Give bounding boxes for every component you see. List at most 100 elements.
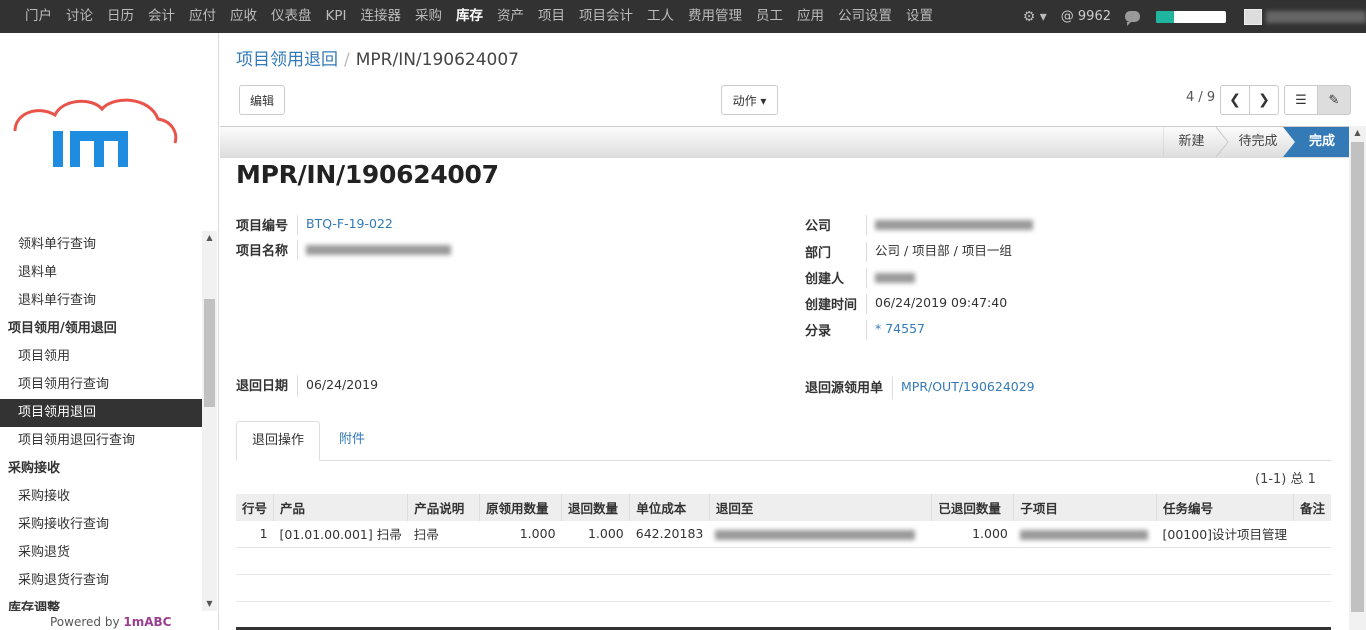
form-view-button[interactable]: ✎: [1317, 85, 1351, 115]
sidebar-section-header: 项目领用/领用退回: [8, 321, 117, 336]
topnav-item[interactable]: 费用管理: [681, 0, 749, 33]
project-code-value[interactable]: BTQ-F-19-022: [297, 215, 393, 235]
topnav-item[interactable]: 设置: [899, 0, 940, 33]
powered-by-brand[interactable]: 1mABC: [123, 615, 171, 629]
sidebar: 领料单行查询 退料单 退料单行查询项目领用/领用退回项目领用 项目领用行查询 项目领用退…: [0, 33, 219, 630]
cell-return-qty: 1.000: [561, 521, 630, 548]
sidebar-scrollbar[interactable]: ▲ ▼: [202, 231, 217, 611]
topnav-item[interactable]: 连接器: [353, 0, 408, 33]
next-record-button[interactable]: ❯: [1249, 85, 1279, 115]
topnav-item[interactable]: 应付: [182, 0, 223, 33]
company-label: 公司: [805, 219, 832, 234]
stage-new[interactable]: 新建: [1163, 127, 1220, 157]
powered-by: Powered by 1mABC: [50, 615, 171, 629]
creator-label: 创建人: [805, 272, 845, 287]
empty-cell: [236, 547, 1331, 575]
topnav-item[interactable]: 仪表盘: [264, 0, 319, 33]
col-returned-qty[interactable]: 已退回数量: [931, 494, 1015, 521]
empty-cell: [236, 601, 1331, 629]
sidebar-scroll-thumb[interactable]: [204, 299, 215, 407]
scroll-up-arrow-icon[interactable]: ▲: [1349, 128, 1366, 137]
scroll-down-arrow-icon[interactable]: ▼: [202, 597, 217, 611]
chat-icon[interactable]: [1125, 11, 1140, 26]
tab-return-operations[interactable]: 退回操作: [236, 421, 321, 461]
sidebar-section-header: 库存调整: [8, 601, 61, 611]
list-icon: ☰: [1295, 92, 1307, 108]
project-name-value: [297, 240, 451, 260]
sidebar-item[interactable]: 领料单行查询: [0, 231, 202, 259]
sidebar-item[interactable]: 项目领用行查询: [0, 371, 202, 399]
col-return-to[interactable]: 退回至: [709, 494, 933, 521]
col-sub-project[interactable]: 子项目: [1013, 494, 1157, 521]
table-row[interactable]: 1 [01.01.00.001] 扫帚 扫帚 1.000 1.000 642.2…: [236, 521, 1331, 548]
status-bar: 新建 待完成 完成: [220, 126, 1349, 158]
sidebar-item[interactable]: 采购接收行查询: [0, 511, 202, 539]
cell-description: 扫帚: [407, 521, 480, 548]
sidebar-item[interactable]: 采购退货: [0, 539, 202, 567]
edit-form-icon: ✎: [1328, 92, 1340, 108]
stage-done[interactable]: 完成: [1295, 127, 1349, 157]
topnav-item[interactable]: 工人: [640, 0, 681, 33]
col-unit-cost[interactable]: 单位成本: [629, 494, 710, 521]
source-doc-label: 退回源领用单: [805, 381, 884, 396]
col-line[interactable]: 行号: [236, 494, 275, 521]
col-notes[interactable]: 备注: [1293, 494, 1331, 521]
top-navbar: 门户 讨论 日历 会计 应付 应收 仪表盘 KPI 连接器 采购 库存 资产 项目 项目会计 工人 费用管理员…: [0, 0, 1366, 33]
stage-pending[interactable]: 待完成: [1228, 127, 1288, 157]
topnav-item[interactable]: 资产: [490, 0, 531, 33]
topnav-item[interactable]: 应用: [790, 0, 831, 33]
sidebar-item[interactable]: 项目领用退回行查询: [0, 427, 202, 455]
list-view-button[interactable]: ☰: [1284, 85, 1318, 115]
cell-orig-qty: 1.000: [479, 521, 562, 548]
user-menu[interactable]: [1244, 8, 1366, 25]
col-return-qty[interactable]: 退回数量: [561, 494, 631, 521]
topnav-item[interactable]: 项目会计: [572, 0, 640, 33]
topnav-item[interactable]: 员工: [749, 0, 790, 33]
main-scrollbar[interactable]: ▲: [1349, 126, 1366, 630]
edit-button[interactable]: 编辑: [239, 85, 285, 115]
cell-task-code: [00100]设计项目管理: [1156, 521, 1294, 548]
source-doc-value[interactable]: MPR/OUT/190624029: [892, 377, 1035, 399]
topnav-item[interactable]: 会计: [141, 0, 182, 33]
sidebar-item[interactable]: 项目领用: [0, 343, 202, 371]
topnav-item[interactable]: 日历: [100, 0, 141, 33]
topnav-item[interactable]: 项目: [531, 0, 572, 33]
sidebar-item[interactable]: 项目领用退回: [0, 399, 202, 427]
cell-notes: [1293, 521, 1331, 548]
topnav-item[interactable]: 应收: [223, 0, 264, 33]
cell-unit-cost: 642.20183: [629, 521, 710, 548]
sidebar-section-header: 采购接收: [8, 461, 61, 476]
col-description[interactable]: 产品说明: [407, 494, 480, 521]
col-task-code[interactable]: 任务编号: [1156, 494, 1294, 521]
topnav-item[interactable]: 讨论: [59, 0, 100, 33]
mention-count[interactable]: @ 9962: [1061, 9, 1111, 24]
return-lines-table: 行号 产品 产品说明 原领用数量 退回数量 单位成本 退回至 已退回数量 子项目…: [236, 494, 1331, 629]
top-menu: 门户 讨论 日历 会计 应付 应收 仪表盘 KPI 连接器 采购 库存 资产 项目 项目会计 工人 费用管理员…: [0, 0, 940, 33]
sidebar-item[interactable]: 采购退货行查询: [0, 567, 202, 595]
project-name-label: 项目名称: [236, 244, 289, 259]
redacted-text: [1019, 529, 1148, 540]
powered-by-text: Powered by: [50, 615, 124, 629]
entry-value[interactable]: * 74557: [866, 320, 925, 340]
previous-record-button[interactable]: ❮: [1220, 85, 1250, 115]
company-value: [866, 215, 1033, 235]
col-orig-qty[interactable]: 原领用数量: [479, 494, 563, 521]
scroll-up-arrow-icon[interactable]: ▲: [202, 231, 217, 245]
col-product[interactable]: 产品: [273, 494, 409, 521]
topnav-item[interactable]: 库存: [449, 0, 490, 33]
progress-fill: [1156, 10, 1174, 23]
topnav-item[interactable]: 门户: [18, 0, 59, 33]
sidebar-item[interactable]: 退料单行查询: [0, 287, 202, 315]
topnav-item[interactable]: 采购: [408, 0, 449, 33]
gear-icon[interactable]: ⚙ ▾: [1023, 9, 1047, 25]
tab-attachments[interactable]: 附件: [324, 421, 380, 461]
breadcrumb-parent[interactable]: 项目领用退回: [236, 50, 338, 70]
sidebar-item[interactable]: 采购接收: [0, 483, 202, 511]
action-dropdown-button[interactable]: 动作 ▾: [721, 85, 778, 115]
main-scroll-thumb[interactable]: [1351, 142, 1364, 612]
sidebar-item[interactable]: 退料单: [0, 259, 202, 287]
cell-product: [01.01.00.001] 扫帚: [273, 521, 408, 548]
topnav-item[interactable]: KPI: [319, 0, 354, 33]
table-row-empty: [236, 601, 1331, 629]
topnav-item[interactable]: 公司设置: [831, 0, 899, 33]
